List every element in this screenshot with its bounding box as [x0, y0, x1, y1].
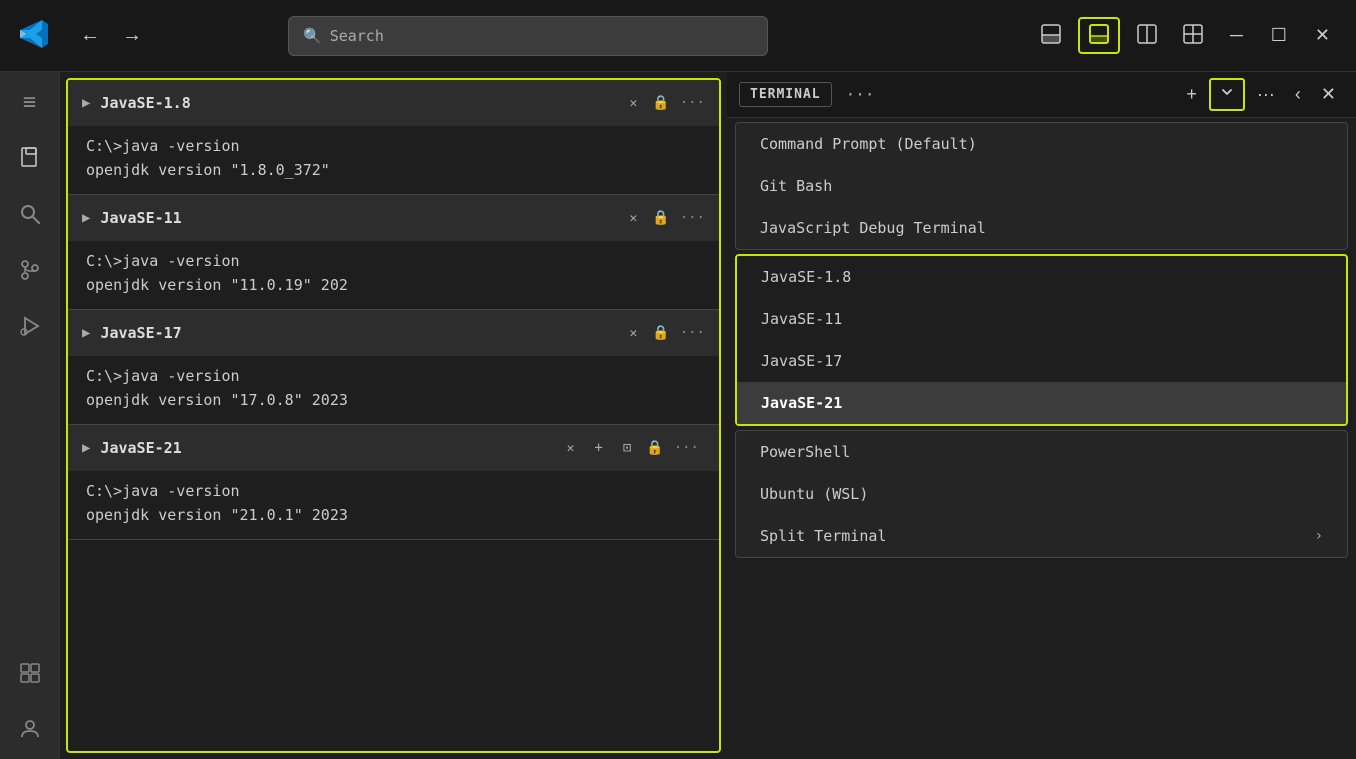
terminal-close-button[interactable]: ✕	[1313, 80, 1344, 109]
activity-bar-search[interactable]	[12, 196, 48, 232]
terminal-name-javase18: JavaSE-1.8	[100, 94, 614, 112]
activity-bar-extensions[interactable]	[12, 655, 48, 691]
terminal-tab-javase11: ▶ JavaSE-11 ✕ 🔒 ··· C:\>java -version op…	[68, 195, 719, 310]
dropdown-item-javase21[interactable]: JavaSE-21	[737, 382, 1346, 424]
dropdown-item-cmdprompt[interactable]: Command Prompt (Default)	[736, 123, 1347, 165]
dropdown-item-ubuntu[interactable]: Ubuntu (WSL)	[736, 473, 1347, 515]
terminal-extra-controls-javase21: + ⊡ 🔒 ···	[589, 438, 699, 458]
terminal-line1-javase21: C:\>java -version	[86, 479, 701, 503]
terminal-header: TERMINAL ··· + ··· ‹ ✕	[727, 72, 1356, 118]
new-terminal-button[interactable]: +	[1178, 80, 1205, 109]
terminal-tab-header-javase17: ▶ JavaSE-17 ✕ 🔒 ···	[68, 310, 719, 356]
terminal-icon-javase17: ▶	[82, 325, 90, 341]
terminal-tab-header-javase18: ▶ JavaSE-1.8 ✕ 🔒 ···	[68, 80, 719, 126]
close-button[interactable]: ✕	[1305, 21, 1340, 50]
terminal-close-javase17[interactable]: ✕	[624, 324, 642, 343]
terminal-close-javase21[interactable]: ✕	[562, 439, 580, 458]
chevron-right-icon: ›	[1315, 528, 1323, 544]
terminal-more-javase11[interactable]: ···	[680, 210, 705, 226]
terminal-more-button[interactable]: ···	[1249, 80, 1283, 109]
minimize-button[interactable]: ─	[1220, 21, 1253, 50]
terminal-line2-javase11: openjdk version "11.0.19" 202	[86, 273, 701, 297]
terminal-lock-javase17[interactable]: 🔒	[652, 325, 669, 341]
panel-bottom-button[interactable]	[1078, 17, 1120, 54]
dropdown-menu-bottom: PowerShell Ubuntu (WSL) Split Terminal ›	[735, 430, 1348, 558]
terminal-lock-javase18[interactable]: 🔒	[652, 95, 669, 111]
terminal-add-javase21[interactable]: +	[589, 438, 607, 458]
vscode-icon	[16, 16, 52, 56]
dropdown-item-splitterminal[interactable]: Split Terminal ›	[736, 515, 1347, 557]
terminal-dropdown-button[interactable]	[1209, 78, 1245, 111]
back-button[interactable]: ←	[72, 20, 108, 51]
terminal-body-javase21: C:\>java -version openjdk version "21.0.…	[68, 471, 719, 539]
dropdown-container: Command Prompt (Default) Git Bash JavaSc…	[727, 118, 1356, 562]
title-bar: ← → 🔍 Search	[0, 0, 1356, 72]
dropdown-item-jsdebug[interactable]: JavaScript Debug Terminal	[736, 207, 1347, 249]
dropdown-item-javase17[interactable]: JavaSE-17	[737, 340, 1346, 382]
terminal-icon-javase11: ▶	[82, 210, 90, 226]
content-area: ▶ JavaSE-1.8 ✕ 🔒 ··· C:\>java -version o…	[60, 72, 1356, 759]
search-icon: 🔍	[303, 27, 322, 45]
terminal-body-javase17: C:\>java -version openjdk version "17.0.…	[68, 356, 719, 424]
terminal-more-javase18[interactable]: ···	[680, 95, 705, 111]
main-area: ≡	[0, 72, 1356, 759]
terminal-lock-javase21[interactable]: 🔒	[646, 440, 663, 456]
terminal-more-javase21[interactable]: ···	[674, 440, 699, 456]
terminal-prev-button[interactable]: ‹	[1287, 80, 1309, 109]
terminal-name-javase17: JavaSE-17	[100, 324, 614, 342]
search-bar[interactable]: 🔍 Search	[288, 16, 768, 56]
terminal-line2-javase21: openjdk version "21.0.1" 2023	[86, 503, 701, 527]
javase-group: JavaSE-1.8 JavaSE-11 JavaSE-17 JavaSE-21	[735, 254, 1348, 426]
activity-bar: ≡	[0, 72, 60, 759]
terminal-icon-javase21: ▶	[82, 440, 90, 456]
terminal-icon-javase18: ▶	[82, 95, 90, 111]
terminal-more-javase17[interactable]: ···	[680, 325, 705, 341]
terminal-tab-javase17: ▶ JavaSE-17 ✕ 🔒 ··· C:\>java -version op…	[68, 310, 719, 425]
activity-bar-menu[interactable]: ≡	[12, 84, 48, 120]
terminal-line1-javase11: C:\>java -version	[86, 249, 701, 273]
dropdown-menu-top: Command Prompt (Default) Git Bash JavaSc…	[735, 122, 1348, 250]
maximize-button[interactable]: ☐	[1261, 21, 1297, 50]
activity-bar-explorer[interactable]	[12, 140, 48, 176]
panel-layout-button[interactable]	[1032, 19, 1070, 52]
terminal-line2-javase17: openjdk version "17.0.8" 2023	[86, 388, 701, 412]
dropdown-item-gitbash[interactable]: Git Bash	[736, 165, 1347, 207]
terminal-close-javase18[interactable]: ✕	[624, 94, 642, 113]
terminal-body-javase11: C:\>java -version openjdk version "11.0.…	[68, 241, 719, 309]
search-text: Search	[330, 27, 384, 45]
dropdown-item-javase11[interactable]: JavaSE-11	[737, 298, 1346, 340]
activity-bar-run-debug[interactable]	[12, 308, 48, 344]
nav-buttons: ← →	[72, 20, 150, 51]
terminal-line2-javase18: openjdk version "1.8.0_372"	[86, 158, 701, 182]
terminal-line1-javase18: C:\>java -version	[86, 134, 701, 158]
split-editor-button[interactable]	[1128, 19, 1166, 52]
terminal-label: TERMINAL	[739, 82, 832, 107]
terminal-right-panel: TERMINAL ··· + ··· ‹ ✕	[727, 72, 1356, 759]
grid-layout-button[interactable]	[1174, 19, 1212, 52]
terminal-name-javase21: JavaSE-21	[100, 439, 551, 457]
activity-bar-source-control[interactable]	[12, 252, 48, 288]
terminal-body-javase18: C:\>java -version openjdk version "1.8.0…	[68, 126, 719, 194]
split-terminal-label: Split Terminal	[760, 527, 886, 545]
terminal-list-panel: ▶ JavaSE-1.8 ✕ 🔒 ··· C:\>java -version o…	[66, 78, 721, 753]
terminal-name-javase11: JavaSE-11	[100, 209, 614, 227]
terminal-lock-javase11[interactable]: 🔒	[652, 210, 669, 226]
activity-bar-account[interactable]	[12, 711, 48, 747]
terminal-close-javase11[interactable]: ✕	[624, 209, 642, 228]
dropdown-item-powershell[interactable]: PowerShell	[736, 431, 1347, 473]
terminal-tab-javase18: ▶ JavaSE-1.8 ✕ 🔒 ··· C:\>java -version o…	[68, 80, 719, 195]
dropdown-item-javase18[interactable]: JavaSE-1.8	[737, 256, 1346, 298]
window-controls: ─ ☐ ✕	[1032, 17, 1340, 54]
terminal-tab-javase21: ▶ JavaSE-21 ✕ + ⊡ 🔒 ··· C:\>java -versio…	[68, 425, 719, 540]
forward-button[interactable]: →	[114, 20, 150, 51]
terminal-header-right: + ··· ‹ ✕	[1178, 78, 1344, 111]
terminal-line1-javase17: C:\>java -version	[86, 364, 701, 388]
terminal-tab-header-javase11: ▶ JavaSE-11 ✕ 🔒 ···	[68, 195, 719, 241]
terminal-split-javase21[interactable]: ⊡	[618, 438, 636, 458]
terminal-tab-header-javase21: ▶ JavaSE-21 ✕ + ⊡ 🔒 ···	[68, 425, 719, 471]
terminal-header-dots[interactable]: ···	[840, 83, 881, 106]
